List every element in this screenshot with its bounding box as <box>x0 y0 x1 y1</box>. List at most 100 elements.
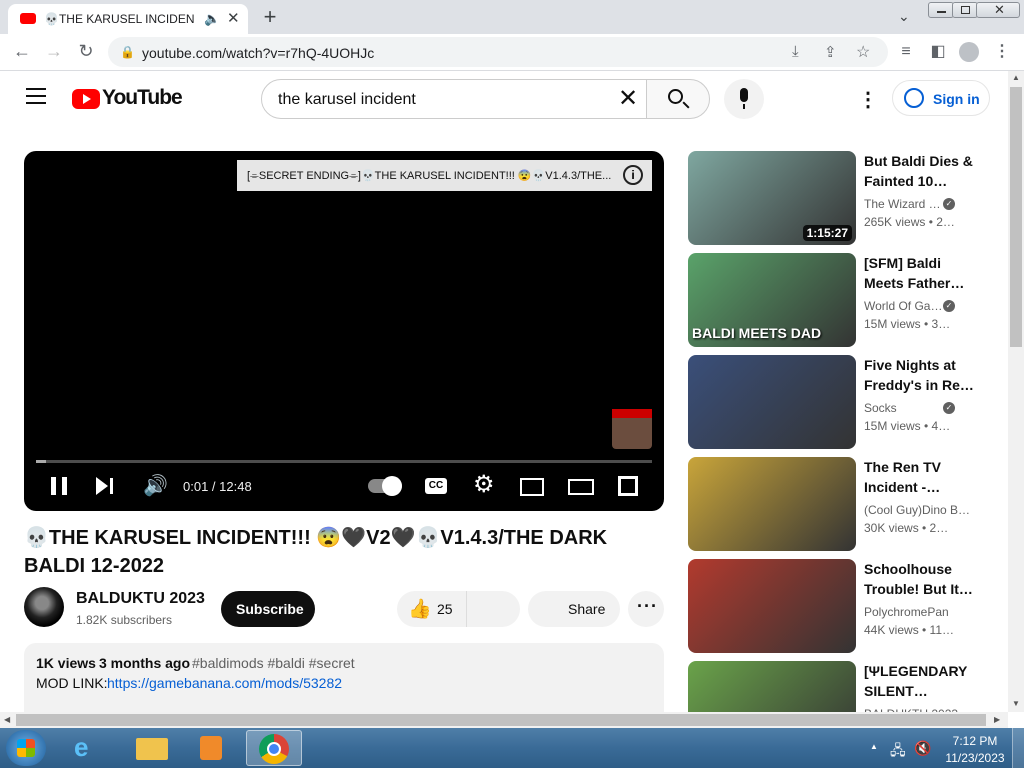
show-desktop-button[interactable] <box>1012 728 1024 768</box>
show-hidden-icons-icon[interactable]: ▲ <box>870 742 878 751</box>
horizontal-scroll-thumb[interactable] <box>16 714 986 726</box>
recommendation-channel[interactable]: PolychromePan <box>864 605 974 619</box>
taskbar-media-player[interactable] <box>184 730 240 766</box>
video-thumbnail[interactable]: 1:15:27 <box>688 151 856 245</box>
share-button[interactable]: Share <box>528 591 620 627</box>
settings-gear-icon[interactable]: ⚙ <box>473 470 495 499</box>
start-button[interactable] <box>6 730 46 766</box>
browser-toolbar: ← → ↻ 🔒 youtube.com/watch?v=r7hQ-4UOHJc … <box>0 34 1024 71</box>
recommendation-meta: 30K views • 2… <box>864 521 949 535</box>
network-icon[interactable]: 🖧 <box>890 740 906 764</box>
taskbar-internet-explorer[interactable]: e <box>62 730 118 766</box>
share-label: Share <box>568 601 606 617</box>
hamburger-menu-icon[interactable] <box>26 88 46 104</box>
recommendation-channel-name: The Wizard … <box>864 197 941 211</box>
side-panel-icon[interactable]: ◧ <box>928 42 948 62</box>
volume-icon[interactable]: 🔊 <box>143 473 168 498</box>
description-box[interactable]: 1K views 3 months ago #baldimods #baldi … <box>24 643 664 723</box>
vertical-scrollbar[interactable]: ▲ ▼ <box>1008 71 1024 712</box>
recommendation-item[interactable]: 1:15:27 But Baldi Dies & Fainted 10… The… <box>688 151 988 245</box>
media-control-icon[interactable]: ≡ <box>896 42 916 62</box>
channel-watermark[interactable] <box>612 409 652 449</box>
voice-search-button[interactable] <box>724 79 764 119</box>
channel-name[interactable]: BALDUKTU 2023 <box>76 590 205 608</box>
recommendation-item[interactable]: BALDI MEETS DAD [SFM] Baldi Meets Father… <box>688 253 988 347</box>
restore-window-button[interactable] <box>952 2 978 18</box>
speaker-icon[interactable]: 🔈 <box>204 11 220 27</box>
lock-icon[interactable]: 🔒 <box>120 45 135 59</box>
recommendation-title[interactable]: [SFM] Baldi Meets Father… <box>864 253 974 293</box>
theater-mode-icon[interactable] <box>568 479 594 495</box>
close-window-button[interactable]: ✕ <box>976 2 1020 18</box>
share-page-icon[interactable]: ⇪ <box>824 43 837 61</box>
recommendation-title[interactable]: The Ren TV Incident -… <box>864 457 974 497</box>
new-tab-button[interactable]: + <box>258 6 282 30</box>
scroll-up-arrow-icon[interactable]: ▲ <box>1012 73 1020 82</box>
back-icon[interactable]: ← <box>12 41 32 61</box>
recommendation-channel[interactable]: The Wizard … ✓ <box>864 197 974 211</box>
fullscreen-icon[interactable] <box>618 476 638 496</box>
channel-avatar[interactable] <box>24 587 64 627</box>
progress-fill <box>36 460 47 463</box>
recommendation-item[interactable]: The Ren TV Incident -… (Cool Guy)Dino B…… <box>688 457 988 551</box>
taskbar-file-explorer[interactable] <box>124 730 180 766</box>
recommendation-item[interactable]: Five Nights at Freddy's in Re… Socks ✓ 15… <box>688 355 988 449</box>
recommendation-channel[interactable]: World Of Ga… ✓ <box>864 299 974 313</box>
info-icon[interactable]: i <box>623 165 643 185</box>
search-query[interactable]: the karusel incident <box>278 91 416 109</box>
recommendation-title[interactable]: Schoolhouse Trouble! But It… <box>864 559 974 599</box>
video-thumbnail[interactable] <box>688 559 856 653</box>
address-bar[interactable]: 🔒 youtube.com/watch?v=r7hQ-4UOHJc ⤓ ⇪ ☆ <box>108 37 888 67</box>
recommendation-title[interactable]: Five Nights at Freddy's in Re… <box>864 355 974 395</box>
tab-search-icon[interactable]: ⌄ <box>898 8 910 25</box>
upload-age: 3 months ago <box>99 655 191 671</box>
more-actions-button[interactable]: ··· <box>628 591 664 627</box>
hamburger-middle-line <box>26 95 46 97</box>
profile-avatar-icon[interactable] <box>959 42 979 62</box>
recommendation-title[interactable]: But Baldi Dies & Fainted 10… <box>864 151 974 191</box>
recommendation-item[interactable]: Schoolhouse Trouble! But It… PolychromeP… <box>688 559 988 653</box>
video-thumbnail[interactable]: BALDI MEETS DAD <box>688 253 856 347</box>
video-thumbnail[interactable] <box>688 457 856 551</box>
bookmark-star-icon[interactable]: ☆ <box>856 42 870 62</box>
volume-muted-icon[interactable]: 🔇 <box>914 740 931 757</box>
recommendation-title[interactable]: [ΨLEGENDARY SILENT… <box>864 661 974 701</box>
horizontal-scrollbar[interactable]: ◀ ▶ <box>0 712 1008 728</box>
miniplayer-icon[interactable] <box>520 478 544 496</box>
recommendation-channel[interactable]: (Cool Guy)Dino B… <box>864 503 974 517</box>
address-url[interactable]: youtube.com/watch?v=r7hQ-4UOHJc <box>142 45 374 61</box>
sign-in-button[interactable]: Sign in <box>892 80 990 116</box>
subscribe-button[interactable]: Subscribe <box>221 591 315 627</box>
mod-link[interactable]: https://gamebanana.com/mods/53282 <box>107 675 342 691</box>
recommendation-channel[interactable]: Socks ✓ <box>864 401 974 415</box>
settings-more-icon[interactable]: ⋮ <box>858 87 878 112</box>
close-tab-icon[interactable]: ✕ <box>227 9 240 27</box>
like-button[interactable]: 👍 25 <box>397 591 467 627</box>
browser-tab[interactable]: 💀THE KARUSEL INCIDENT!!! 🔈 ✕ <box>8 4 248 34</box>
search-button[interactable] <box>646 79 710 119</box>
clear-search-icon[interactable]: ✕ <box>618 84 638 113</box>
scroll-thumb[interactable] <box>1010 87 1022 347</box>
video-player[interactable]: [⌯SECRET ENDING⌯]💀THE KARUSEL INCIDENT!!… <box>24 151 664 511</box>
browser-menu-icon[interactable]: ⋮ <box>992 42 1012 62</box>
taskbar-chrome[interactable] <box>246 730 302 766</box>
pause-icon[interactable] <box>51 477 67 495</box>
dislike-button[interactable] <box>468 591 520 627</box>
scroll-left-arrow-icon[interactable]: ◀ <box>4 715 10 724</box>
video-thumbnail[interactable] <box>688 355 856 449</box>
search-input[interactable]: the karusel incident ✕ <box>261 79 647 119</box>
recommendation-meta: 15M views • 3… <box>864 317 951 331</box>
forward-icon[interactable]: → <box>44 41 64 61</box>
taskbar-clock[interactable]: 7:12 PM 11/23/2023 <box>940 733 1010 767</box>
scroll-down-arrow-icon[interactable]: ▼ <box>1012 699 1020 708</box>
player-info-title-bar[interactable]: [⌯SECRET ENDING⌯]💀THE KARUSEL INCIDENT!!… <box>237 160 652 191</box>
reload-icon[interactable]: ↻ <box>76 41 96 61</box>
recommendation-channel-name: Socks <box>864 401 897 415</box>
install-icon[interactable]: ⤓ <box>792 43 799 60</box>
closed-captions-icon[interactable]: CC <box>425 478 447 494</box>
hashtags[interactable]: #baldimods #baldi #secret <box>192 655 355 671</box>
progress-bar[interactable] <box>36 460 652 463</box>
minimize-window-button[interactable] <box>928 2 954 18</box>
next-video-icon[interactable] <box>96 477 108 495</box>
scroll-right-arrow-icon[interactable]: ▶ <box>994 715 1000 724</box>
